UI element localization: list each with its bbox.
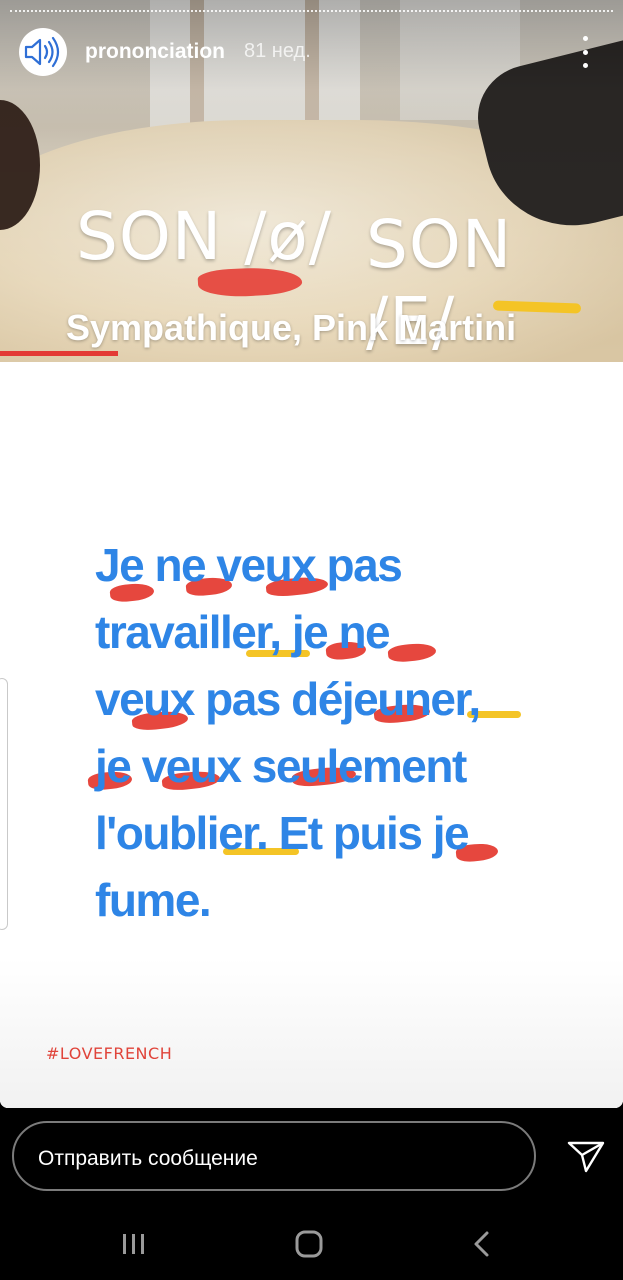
- story-viewer[interactable]: SON /ø/ SON /E/ Sympathique, Pink Martin…: [0, 0, 623, 1108]
- card-fade: [0, 958, 623, 1108]
- more-vertical-icon[interactable]: [570, 36, 600, 68]
- lyrics-text: Je ne veux pas travailler, je ne veux pa…: [95, 539, 481, 926]
- recent-apps-icon[interactable]: [114, 1226, 154, 1262]
- send-icon[interactable]: [566, 1139, 606, 1175]
- story-time-ago: 81 нед.: [244, 40, 311, 62]
- message-placeholder: Отправить сообщение: [38, 1147, 258, 1170]
- hashtag: #LOVEFRENCH: [46, 1044, 173, 1063]
- title-sound-o: SON /ø/: [76, 198, 333, 275]
- home-icon[interactable]: [289, 1226, 329, 1262]
- song-title: Sympathique, Pink Martini: [66, 307, 517, 348]
- page-edge: [0, 678, 8, 930]
- avatar[interactable]: [19, 28, 67, 76]
- story-progress-bar: [10, 10, 613, 14]
- speaker-icon: [24, 36, 60, 68]
- system-nav-bar: [0, 1208, 623, 1280]
- back-icon[interactable]: [463, 1226, 503, 1262]
- accent-line: [0, 351, 118, 356]
- message-input[interactable]: Отправить сообщение: [12, 1121, 536, 1191]
- story-username[interactable]: prononciation: [85, 40, 225, 64]
